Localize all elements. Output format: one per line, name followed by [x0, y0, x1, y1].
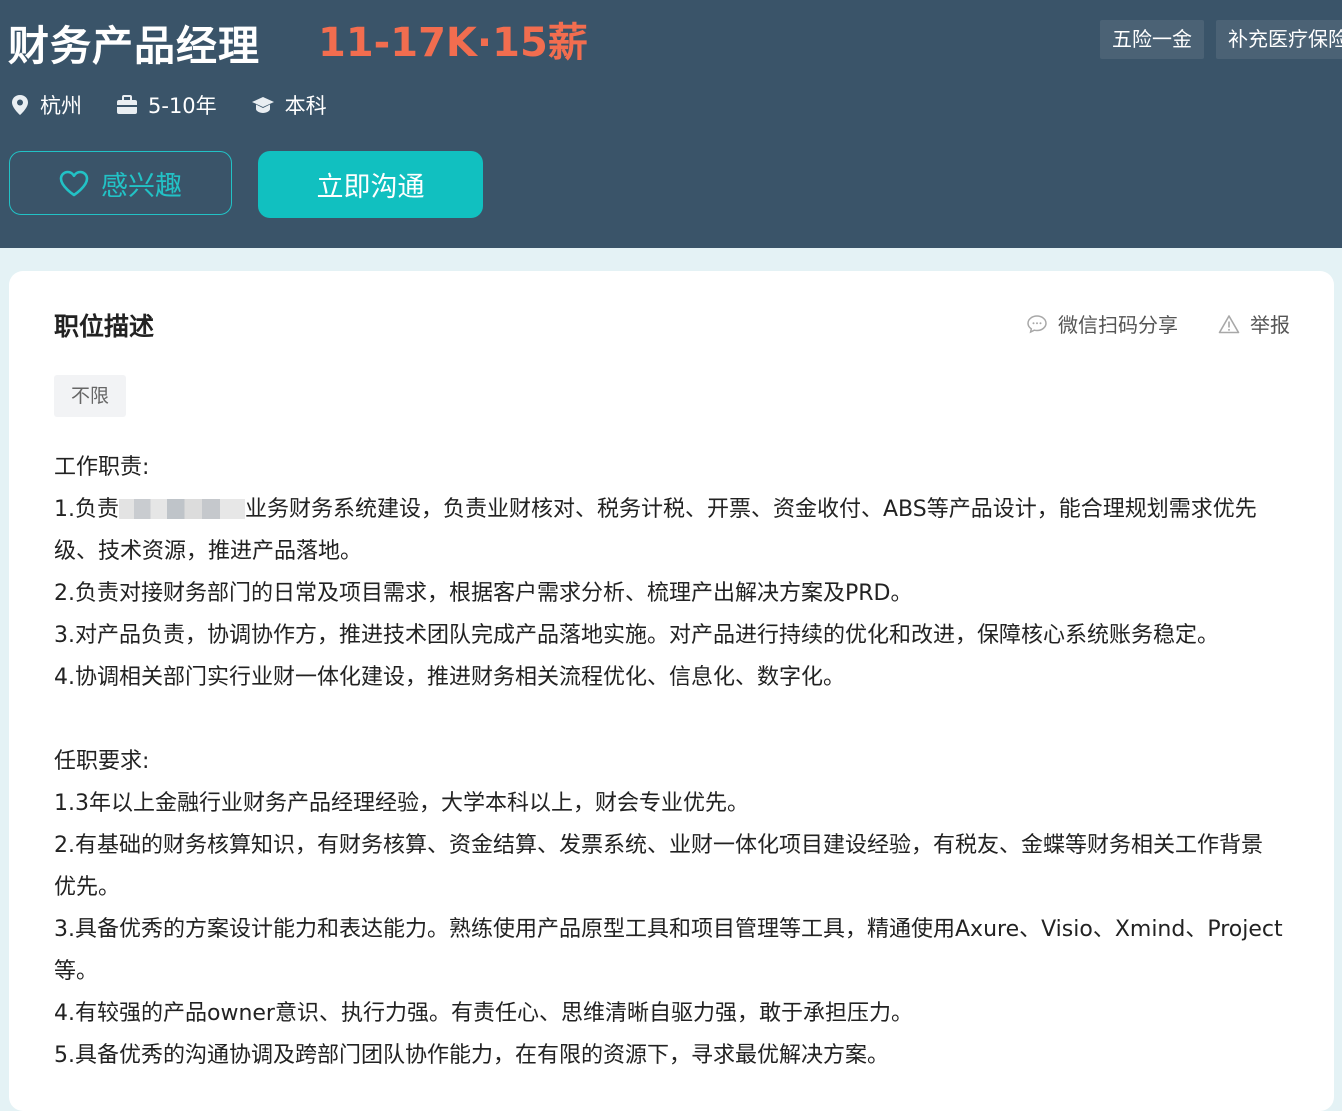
requirement-chip: 不限 [54, 375, 127, 417]
desc-line: 5.具备优秀的沟通协调及跨部门团队协作能力，在有限的资源下，寻求最优解决方案。 [54, 1043, 889, 1068]
desc-line: 2.有基础的财务核算知识，有财务核算、资金结算、发票系统、业财一体化项目建设经验… [54, 833, 1263, 858]
location-pin-icon [12, 95, 28, 115]
experience-text: 5-10年 [148, 94, 217, 118]
city-text: 杭州 [40, 94, 82, 118]
meta-experience: 5-10年 [116, 90, 217, 120]
warning-triangle-icon [1218, 314, 1240, 333]
desc-heading-duties: 工作职责: [54, 455, 150, 480]
desc-line: 级、技术资源，推进产品落地。 [54, 539, 363, 564]
benefit-tags: 五险一金 补充医疗保险 [1100, 20, 1342, 59]
degree-text: 本科 [284, 94, 327, 118]
benefit-tag: 五险一金 [1100, 20, 1204, 59]
desc-line: 4.有较强的产品owner意识、执行力强。有责任心、思维清晰自驱力强，敢于承担压… [54, 1001, 913, 1026]
job-title: 财务产品经理 [8, 22, 260, 70]
interest-button[interactable]: 感兴趣 [9, 151, 232, 215]
job-meta: 杭州 5-10年 本科 [10, 90, 327, 120]
chat-now-button[interactable]: 立即沟通 [258, 151, 483, 218]
briefcase-icon [117, 95, 137, 114]
wechat-share-button[interactable]: 微信扫码分享 [1026, 309, 1178, 338]
section-title: 职位描述 [54, 312, 155, 341]
benefit-tag: 补充医疗保险 [1216, 20, 1342, 59]
report-button[interactable]: 举报 [1218, 309, 1290, 338]
meta-degree: 本科 [251, 90, 327, 120]
desc-line: 4.协调相关部门实行业财一体化建设，推进财务相关流程优化、信息化、数字化。 [54, 665, 845, 690]
salary: 11-17K·15薪 [318, 20, 588, 66]
desc-line: 2.负责对接财务部门的日常及项目需求，根据客户需求分析、梳理产出解决方案及PRD… [54, 581, 913, 606]
desc-line-start: 1.负责 [54, 497, 119, 522]
desc-spacer [54, 699, 1304, 741]
redacted-text [119, 499, 245, 519]
desc-line-rest: 业务财务系统建设，负责业财核对、税务计税、开票、资金收付、ABS等产品设计，能合… [245, 497, 1257, 522]
desc-line: 等。 [54, 959, 99, 984]
chat-now-label: 立即沟通 [316, 172, 425, 203]
card-actions: 微信扫码分享 举报 [1026, 309, 1290, 338]
desc-line: 3.对产品负责，协调协作方，推进技术团队完成产品落地实施。对产品进行持续的优化和… [54, 623, 1219, 648]
desc-line: 1.负责 业务财务系统建设，负责业财核对、税务计税、开票、资金收付、ABS等产品设… [54, 489, 1304, 531]
job-description-card: 职位描述 微信扫码分享 举报 不限 工作职责: 1.负责 业务财务系统建设，负责业… [9, 271, 1334, 1111]
desc-line: 3.具备优秀的方案设计能力和表达能力。熟练使用产品原型工具和项目管理等工具，精通… [54, 917, 1283, 942]
desc-line: 1.3年以上金融行业财务产品经理经验，大学本科以上，财会专业优先。 [54, 791, 749, 816]
job-header: 财务产品经理 11-17K·15薪 五险一金 补充医疗保险 杭州 5-10年 本… [0, 0, 1342, 248]
desc-line: 优先。 [54, 875, 121, 900]
report-label: 举报 [1250, 313, 1290, 337]
chat-bubble-icon [1027, 314, 1047, 333]
meta-city: 杭州 [10, 90, 82, 120]
graduation-cap-icon [251, 97, 274, 113]
share-label: 微信扫码分享 [1058, 313, 1178, 337]
job-description-text: 工作职责: 1.负责 业务财务系统建设，负责业财核对、税务计税、开票、资金收付、A… [54, 447, 1304, 1077]
desc-heading-requirements: 任职要求: [54, 749, 150, 774]
interest-label: 感兴趣 [101, 170, 182, 202]
heart-icon [59, 170, 89, 196]
